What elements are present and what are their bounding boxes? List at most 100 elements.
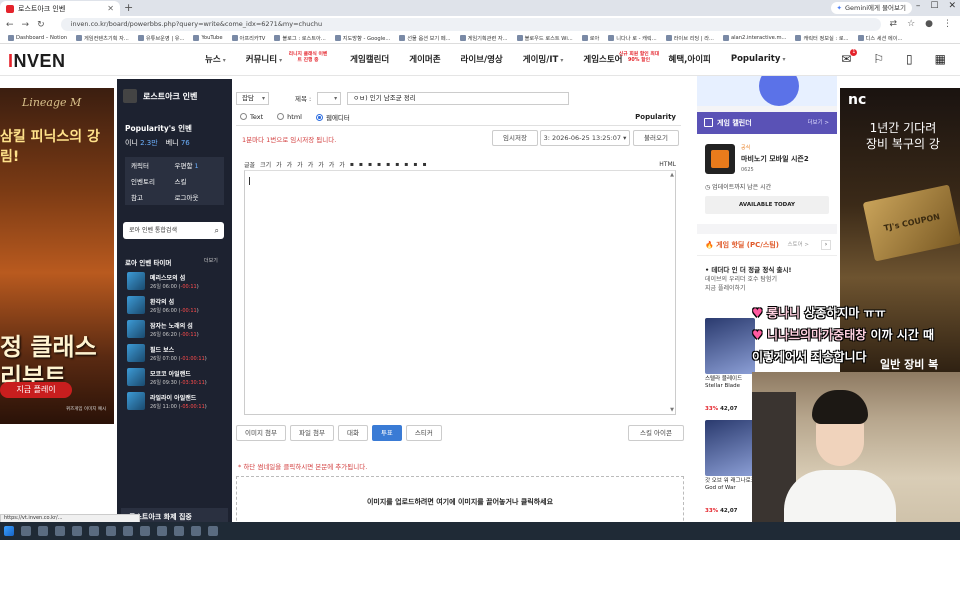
community-promo[interactable]: 리니지 클래식 이벤트 진행 중 [288, 52, 328, 64]
reload-icon[interactable]: ↻ [37, 20, 45, 30]
profile-menu-item[interactable]: 스킬 [175, 176, 219, 186]
bookmark-item[interactable]: 블로그 : 로스트아... [274, 35, 326, 42]
calendar-more-link[interactable]: 더보기 > [807, 112, 829, 134]
align-left-icon[interactable]: ▪ [350, 161, 354, 168]
scroll-up-icon[interactable]: ▲ [670, 172, 674, 178]
sidebar-search-input[interactable]: 로아 인벤 통합검색 ⌕ [123, 222, 224, 239]
mode-web-radio[interactable]: 웹에디터 [315, 112, 350, 122]
emoji-icon[interactable]: ▪ [422, 161, 426, 168]
attach-tab[interactable]: 투표 [371, 425, 402, 441]
bookmark-icon[interactable]: ⚐ [873, 52, 884, 66]
bookmark-item[interactable]: alan2.interactive.m... [722, 35, 786, 41]
mode-html-radio[interactable]: html [277, 113, 302, 121]
bookmark-item[interactable]: Dashboard – Notion [8, 35, 67, 41]
timer-more-link[interactable]: 더보기 [204, 257, 234, 264]
app-icon[interactable] [123, 526, 133, 536]
toolbar-button[interactable]: 가 [276, 160, 282, 169]
category-select[interactable]: 잡담 [236, 91, 269, 105]
toolbar-button[interactable]: 가 [287, 160, 293, 169]
temp-save-button[interactable]: 임시저장 [492, 130, 538, 146]
profile-name[interactable]: Popularity's 인벤 [125, 123, 192, 134]
load-draft-button[interactable]: 불러오기 [633, 130, 679, 146]
scroll-down-icon[interactable]: ▼ [670, 407, 674, 413]
banner-play-button[interactable]: 지금 플레이 [0, 382, 72, 398]
board-link[interactable]: 팁과 노하우 게시판 [127, 572, 192, 582]
tab-close-icon[interactable]: ✕ [107, 4, 114, 13]
nav-item[interactable]: 게임스토어 [583, 53, 622, 65]
bookmark-item[interactable]: 로아 [581, 35, 599, 42]
forward-icon[interactable]: → [22, 20, 30, 30]
hotdeal-news[interactable]: • 데더다 인 더 정글 정식 출시! 데이브의 우리더 호수 탐험기 지금 플… [705, 266, 831, 293]
app-icon[interactable] [89, 526, 99, 536]
skill-icon-button[interactable]: 스킬 아이콘 [628, 425, 684, 441]
app-icon[interactable] [208, 526, 218, 536]
toolbar-button[interactable]: 가 [318, 160, 324, 169]
bookmark-item[interactable]: 지도방향 - Google... [334, 35, 390, 42]
bookmark-item[interactable]: 아프리카TV [231, 35, 265, 42]
board-link[interactable]: 소식 게시판 [127, 554, 192, 564]
bookmark-item[interactable]: 게임기획관련 자... [459, 35, 508, 42]
profile-menu-item[interactable]: 인벤토리 [131, 176, 175, 186]
left-banner-ad[interactable]: Lineage M 삼킬 피닉스의 강림! 정 클래스 리부트 지금 플레이 퀴즈… [0, 88, 114, 424]
profile-menu-item[interactable]: 캐릭터 [131, 160, 175, 170]
nav-item[interactable]: 뉴스 [205, 53, 226, 65]
inven-logo[interactable]: INVEN [8, 51, 66, 72]
toolbar-button[interactable]: 가 [308, 160, 314, 169]
gemini-button[interactable]: ✦ Gemini에게 물어보기 [830, 2, 912, 14]
profile-icon[interactable]: ● [925, 19, 933, 29]
translate-icon[interactable]: ⇄ [890, 19, 898, 29]
timer-item[interactable]: 필드 보스 26일 07:00 (-01:00:11) [127, 341, 227, 365]
app-icon[interactable] [157, 526, 167, 536]
profile-menu-item[interactable]: 참고 [131, 192, 175, 202]
browser-tab[interactable]: 로스트아크 인벤 ✕ [0, 1, 120, 16]
minimize-icon[interactable]: – [916, 1, 921, 11]
chrome-icon[interactable] [55, 526, 65, 536]
right-top-banner[interactable] [697, 76, 837, 106]
attach-tab[interactable]: 파일 첨부 [289, 425, 334, 441]
bookmark-item[interactable]: 캐릭터 정보실 : 로... [795, 35, 849, 42]
align-center-icon[interactable]: ▪ [359, 161, 363, 168]
app-icon[interactable] [174, 526, 184, 536]
window-close-icon[interactable]: ✕ [948, 1, 956, 11]
bookmark-item[interactable]: 니다나 로 - 캐릭... [608, 35, 657, 42]
menu-kebab-icon[interactable]: ⋮ [943, 19, 952, 29]
toolbar-button[interactable]: 가 [297, 160, 303, 169]
bookmark-item[interactable]: YouTube [193, 35, 223, 41]
bookmark-item[interactable]: 유튜브운영 | 유... [137, 35, 184, 42]
image-icon[interactable]: ▪ [413, 161, 417, 168]
nav-item[interactable]: Popularity [731, 54, 786, 64]
next-arrow-icon[interactable]: › [821, 240, 831, 250]
bookmark-item[interactable]: 디스 세션 에이... [857, 35, 902, 42]
new-tab-icon[interactable]: + [124, 1, 133, 15]
editor-content-area[interactable]: ▲ ▼ [244, 170, 676, 415]
list-icon[interactable]: ▪ [377, 161, 381, 168]
windows-start-icon[interactable] [4, 526, 14, 536]
profile-menu-item[interactable]: 우편함 1 [175, 160, 219, 170]
timer-item[interactable]: 잠자는 노래의 섬 26일 06:20 (-00:11) [127, 317, 227, 341]
mail-icon[interactable]: ✉ 1 [841, 49, 858, 66]
indent-icon[interactable]: ▪ [386, 161, 390, 168]
timer-item[interactable]: 환각의 섬 26일 06:00 (-00:11) [127, 293, 227, 317]
url-field[interactable]: inven.co.kr/board/powerbbs.php?query=wri… [60, 18, 881, 31]
available-today-button[interactable]: AVAILABLE TODAY [705, 196, 829, 214]
toolbar-button[interactable]: 크기 [260, 160, 271, 169]
align-right-icon[interactable]: ▪ [368, 161, 372, 168]
app-icon[interactable] [140, 526, 150, 536]
table-icon[interactable]: ▪ [404, 161, 408, 168]
timer-item[interactable]: 메리스모의 섬 26일 06:00 (-00:11) [127, 269, 227, 293]
sidebar-title[interactable]: 로스트아크 인벤 [123, 85, 226, 107]
app-icon[interactable] [72, 526, 82, 536]
app-icon[interactable] [191, 526, 201, 536]
nav-item[interactable]: 게임캘린더 [350, 53, 389, 65]
draft-select[interactable]: 3: 2026-06-25 13:25:07 ▾ [540, 130, 630, 146]
profile-menu-item[interactable]: 로그아웃 [175, 192, 219, 202]
board-link[interactable]: 직업 정보 · 질문 게시판 [127, 590, 192, 600]
attach-tab[interactable]: 스티커 [405, 425, 442, 441]
toolbar-button[interactable]: 가 [339, 160, 345, 169]
back-icon[interactable]: ← [6, 20, 14, 30]
explorer-icon[interactable] [38, 526, 48, 536]
title-prefix-select[interactable] [317, 91, 342, 105]
store-promo[interactable]: 신규 회원 할인 최대 90% 할인 [618, 52, 660, 64]
taskview-icon[interactable] [21, 526, 31, 536]
link-icon[interactable]: ▪ [395, 161, 399, 168]
